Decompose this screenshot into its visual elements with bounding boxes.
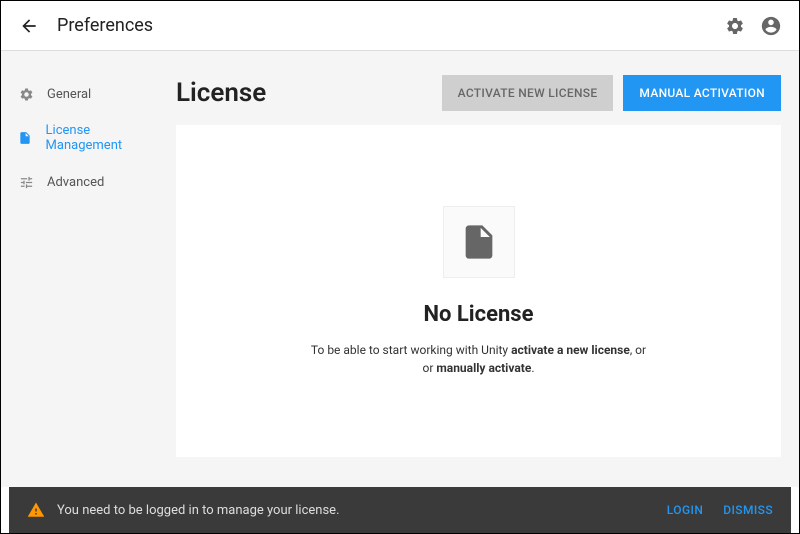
desc-text: or — [423, 361, 437, 375]
desc-text: , or — [630, 343, 646, 357]
main-header: License ACTIVATE NEW LICENSE MANUAL ACTI… — [176, 75, 781, 111]
notification-bar: You need to be logged in to manage your … — [9, 487, 791, 533]
empty-description: To be able to start working with Unity a… — [311, 341, 646, 377]
desc-text: . — [531, 361, 534, 375]
file-icon — [459, 218, 499, 266]
manual-activation-button[interactable]: MANUAL ACTIVATION — [623, 75, 781, 111]
gear-icon — [725, 16, 745, 36]
account-button[interactable] — [759, 14, 783, 38]
body: General License Management Advanced Lice… — [1, 51, 799, 487]
app-header: Preferences — [1, 1, 799, 51]
sidebar-item-license[interactable]: License Management — [1, 113, 176, 163]
sidebar-item-general[interactable]: General — [1, 75, 176, 113]
settings-button[interactable] — [723, 14, 747, 38]
gear-icon — [17, 85, 35, 103]
dismiss-button[interactable]: DISMISS — [723, 503, 773, 517]
login-button[interactable]: LOGIN — [667, 503, 703, 517]
sidebar-item-advanced[interactable]: Advanced — [1, 163, 176, 201]
sidebar: General License Management Advanced — [1, 51, 176, 487]
desc-bold: manually activate — [436, 361, 531, 375]
account-icon — [760, 15, 782, 37]
desc-text: To be able to start working with Unity — [311, 343, 511, 357]
main-content: License ACTIVATE NEW LICENSE MANUAL ACTI… — [176, 51, 799, 487]
activate-new-license-button[interactable]: ACTIVATE NEW LICENSE — [442, 75, 614, 111]
section-title: License — [176, 78, 266, 108]
license-empty-card: No License To be able to start working w… — [176, 125, 781, 457]
warning-icon — [27, 501, 45, 519]
file-icon-box — [443, 206, 515, 278]
desc-bold: activate a new license — [511, 343, 630, 357]
empty-heading: No License — [424, 302, 534, 327]
sidebar-item-label: Advanced — [47, 175, 104, 190]
sidebar-item-label: General — [47, 87, 91, 102]
notification-message: You need to be logged in to manage your … — [57, 503, 340, 518]
file-icon — [17, 129, 34, 147]
arrow-left-icon — [19, 16, 39, 36]
back-button[interactable] — [17, 14, 41, 38]
page-title: Preferences — [57, 15, 153, 36]
sidebar-item-label: License Management — [46, 123, 160, 153]
sliders-icon — [17, 173, 35, 191]
